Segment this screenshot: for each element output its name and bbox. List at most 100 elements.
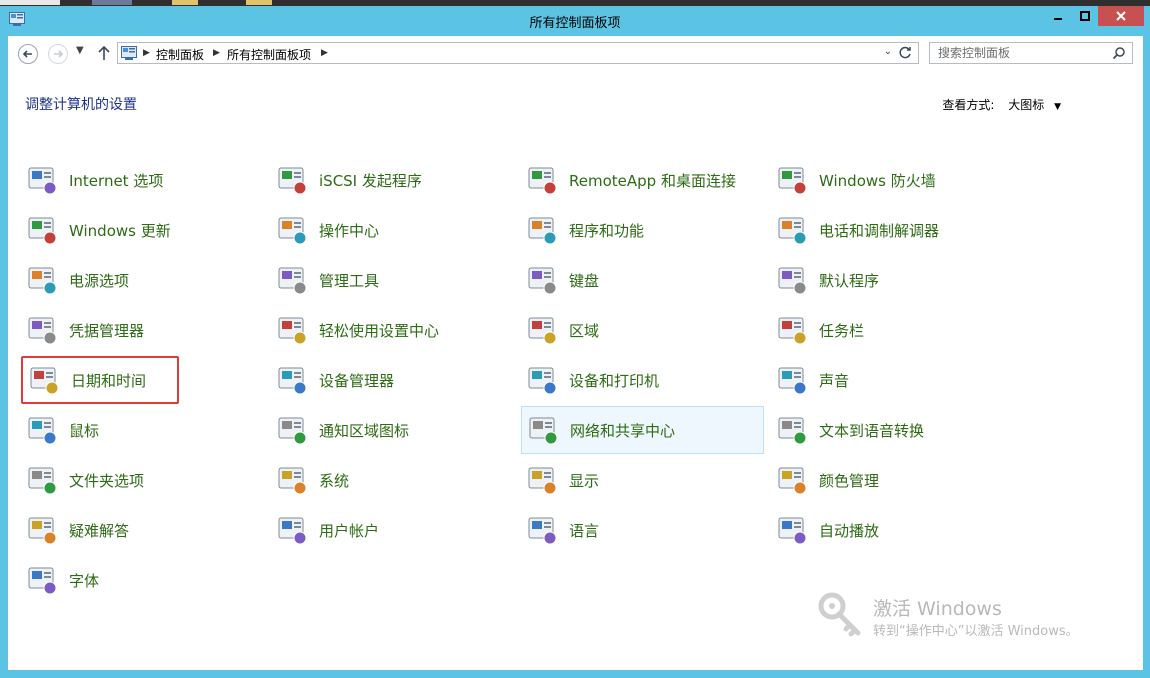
control-panel-item[interactable]: 疑难解答 [21, 506, 264, 554]
control-panel-item[interactable]: iSCSI 发起程序 [271, 156, 514, 204]
view-by-control: 查看方式: 大图标 ▼ [942, 96, 1061, 113]
search-icon[interactable] [1112, 46, 1126, 60]
firewall-icon [775, 163, 809, 197]
color-management-icon [775, 463, 809, 497]
up-arrow-icon[interactable] [96, 44, 112, 62]
forward-button[interactable] [48, 44, 68, 64]
minimize-button[interactable] [1044, 6, 1071, 26]
control-panel-item-label: 日期和时间 [71, 371, 147, 390]
control-panel-item[interactable]: Internet 选项 [21, 156, 264, 204]
control-panel-item-label: 轻松使用设置中心 [319, 321, 440, 340]
control-panel-item[interactable]: 管理工具 [271, 256, 514, 304]
date-time-icon [27, 363, 61, 397]
control-panel-item-label: 电源选项 [69, 271, 130, 290]
text-to-speech-icon [775, 413, 809, 447]
search-box[interactable] [929, 42, 1133, 64]
recent-locations-dropdown[interactable]: ▼ [76, 45, 84, 56]
control-panel-item[interactable]: 字体 [21, 556, 264, 604]
ease-of-access-icon [275, 313, 309, 347]
control-panel-item[interactable]: 凭据管理器 [21, 306, 264, 354]
control-panel-item[interactable]: 文本到语音转换 [771, 406, 1014, 454]
control-panel-item[interactable]: 轻松使用设置中心 [271, 306, 514, 354]
control-panel-item[interactable]: Windows 防火墙 [771, 156, 1014, 204]
control-panel-item-label: Windows 更新 [69, 221, 171, 240]
control-panel-item[interactable]: 设备和打印机 [521, 356, 764, 404]
control-panel-item-label: 文件夹选项 [69, 471, 145, 490]
breadcrumb-separator-icon[interactable]: ▶ [321, 48, 328, 58]
control-panel-item[interactable]: 程序和功能 [521, 206, 764, 254]
system-icon [275, 463, 309, 497]
remoteapp-icon [525, 163, 559, 197]
view-by-value[interactable]: 大图标 [1008, 98, 1044, 112]
control-panel-item-label: 字体 [69, 571, 100, 590]
control-panel-item[interactable]: Windows 更新 [21, 206, 264, 254]
control-panel-item[interactable]: 文件夹选项 [21, 456, 264, 504]
control-panel-item[interactable]: 电话和调制解调器 [771, 206, 1014, 254]
activation-title: 激活 Windows [873, 598, 1002, 620]
control-panel-item-label: 语言 [569, 521, 600, 540]
maximize-icon [1079, 11, 1090, 21]
refresh-icon[interactable] [897, 45, 913, 61]
administrative-tools-icon [275, 263, 309, 297]
control-panel-item-label: 鼠标 [69, 421, 100, 440]
control-panel-item-label: 通知区域图标 [319, 421, 410, 440]
breadcrumb-separator-icon[interactable]: ▶ [213, 48, 220, 58]
devices-printers-icon [525, 363, 559, 397]
mouse-icon [25, 413, 59, 447]
control-panel-item[interactable]: 日期和时间 [21, 356, 179, 404]
control-panel-item[interactable]: 电源选项 [21, 256, 264, 304]
control-panel-item-label: 设备和打印机 [569, 371, 660, 390]
control-panel-item-label: Windows 防火墙 [819, 171, 936, 190]
display-icon [525, 463, 559, 497]
control-panel-item[interactable]: 显示 [521, 456, 764, 504]
activation-subtitle: 转到“操作中心”以激活 Windows。 [873, 624, 1079, 639]
breadcrumb-control-panel[interactable]: 控制面板 [156, 46, 204, 63]
control-panel-item[interactable]: 用户帐户 [271, 506, 514, 554]
key-icon [818, 592, 861, 637]
control-panel-item[interactable]: 系统 [271, 456, 514, 504]
control-panel-item-label: 系统 [319, 471, 350, 490]
control-panel-item[interactable]: 声音 [771, 356, 1014, 404]
user-accounts-icon [275, 513, 309, 547]
fonts-icon [25, 563, 59, 597]
control-panel-item-label: 键盘 [569, 271, 600, 290]
autoplay-icon [775, 513, 809, 547]
control-panel-item[interactable]: 语言 [521, 506, 764, 554]
control-panel-item[interactable]: 设备管理器 [271, 356, 514, 404]
control-panel-item[interactable]: RemoteApp 和桌面连接 [521, 156, 764, 204]
view-by-label: 查看方式: [942, 98, 995, 112]
control-panel-item[interactable]: 任务栏 [771, 306, 1014, 354]
control-panel-item-label: 颜色管理 [819, 471, 880, 490]
maximize-button[interactable] [1071, 6, 1098, 26]
search-input[interactable] [938, 45, 1108, 61]
breadcrumb-all-items[interactable]: 所有控制面板项 [227, 46, 311, 63]
view-by-dropdown-icon[interactable]: ▼ [1054, 102, 1061, 112]
back-button[interactable] [18, 44, 38, 64]
control-panel-item-label: 电话和调制解调器 [819, 221, 940, 240]
address-history-dropdown[interactable]: ⌄ [884, 46, 892, 57]
internet-options-icon [25, 163, 59, 197]
control-panel-item-label: 默认程序 [819, 271, 880, 290]
control-panel-item[interactable]: 网络和共享中心 [521, 406, 764, 454]
control-panel-item[interactable]: 默认程序 [771, 256, 1014, 304]
control-panel-item[interactable]: 操作中心 [271, 206, 514, 254]
control-panel-item[interactable]: 区域 [521, 306, 764, 354]
address-bar[interactable]: ▶ 控制面板 ▶ 所有控制面板项 ▶ ⌄ [117, 42, 919, 64]
control-panel-item[interactable]: 通知区域图标 [271, 406, 514, 454]
keyboard-icon [525, 263, 559, 297]
control-panel-item-label: 文本到语音转换 [819, 421, 925, 440]
breadcrumb-separator-icon[interactable]: ▶ [143, 48, 150, 58]
minimize-icon [1053, 18, 1062, 20]
control-panel-item-label: 自动播放 [819, 521, 880, 540]
sound-icon [775, 363, 809, 397]
control-panel-item-label: 程序和功能 [569, 221, 645, 240]
navigation-bar: ▼ ▶ 控制面板 ▶ 所有控制面板项 ▶ ⌄ [8, 36, 1143, 70]
control-panel-item[interactable]: 自动播放 [771, 506, 1014, 554]
windows-update-icon [25, 213, 59, 247]
control-panel-item-label: 管理工具 [319, 271, 380, 290]
control-panel-item[interactable]: 颜色管理 [771, 456, 1014, 504]
close-button[interactable] [1098, 6, 1144, 26]
control-panel-item[interactable]: 键盘 [521, 256, 764, 304]
credential-manager-icon [25, 313, 59, 347]
control-panel-item[interactable]: 鼠标 [21, 406, 264, 454]
